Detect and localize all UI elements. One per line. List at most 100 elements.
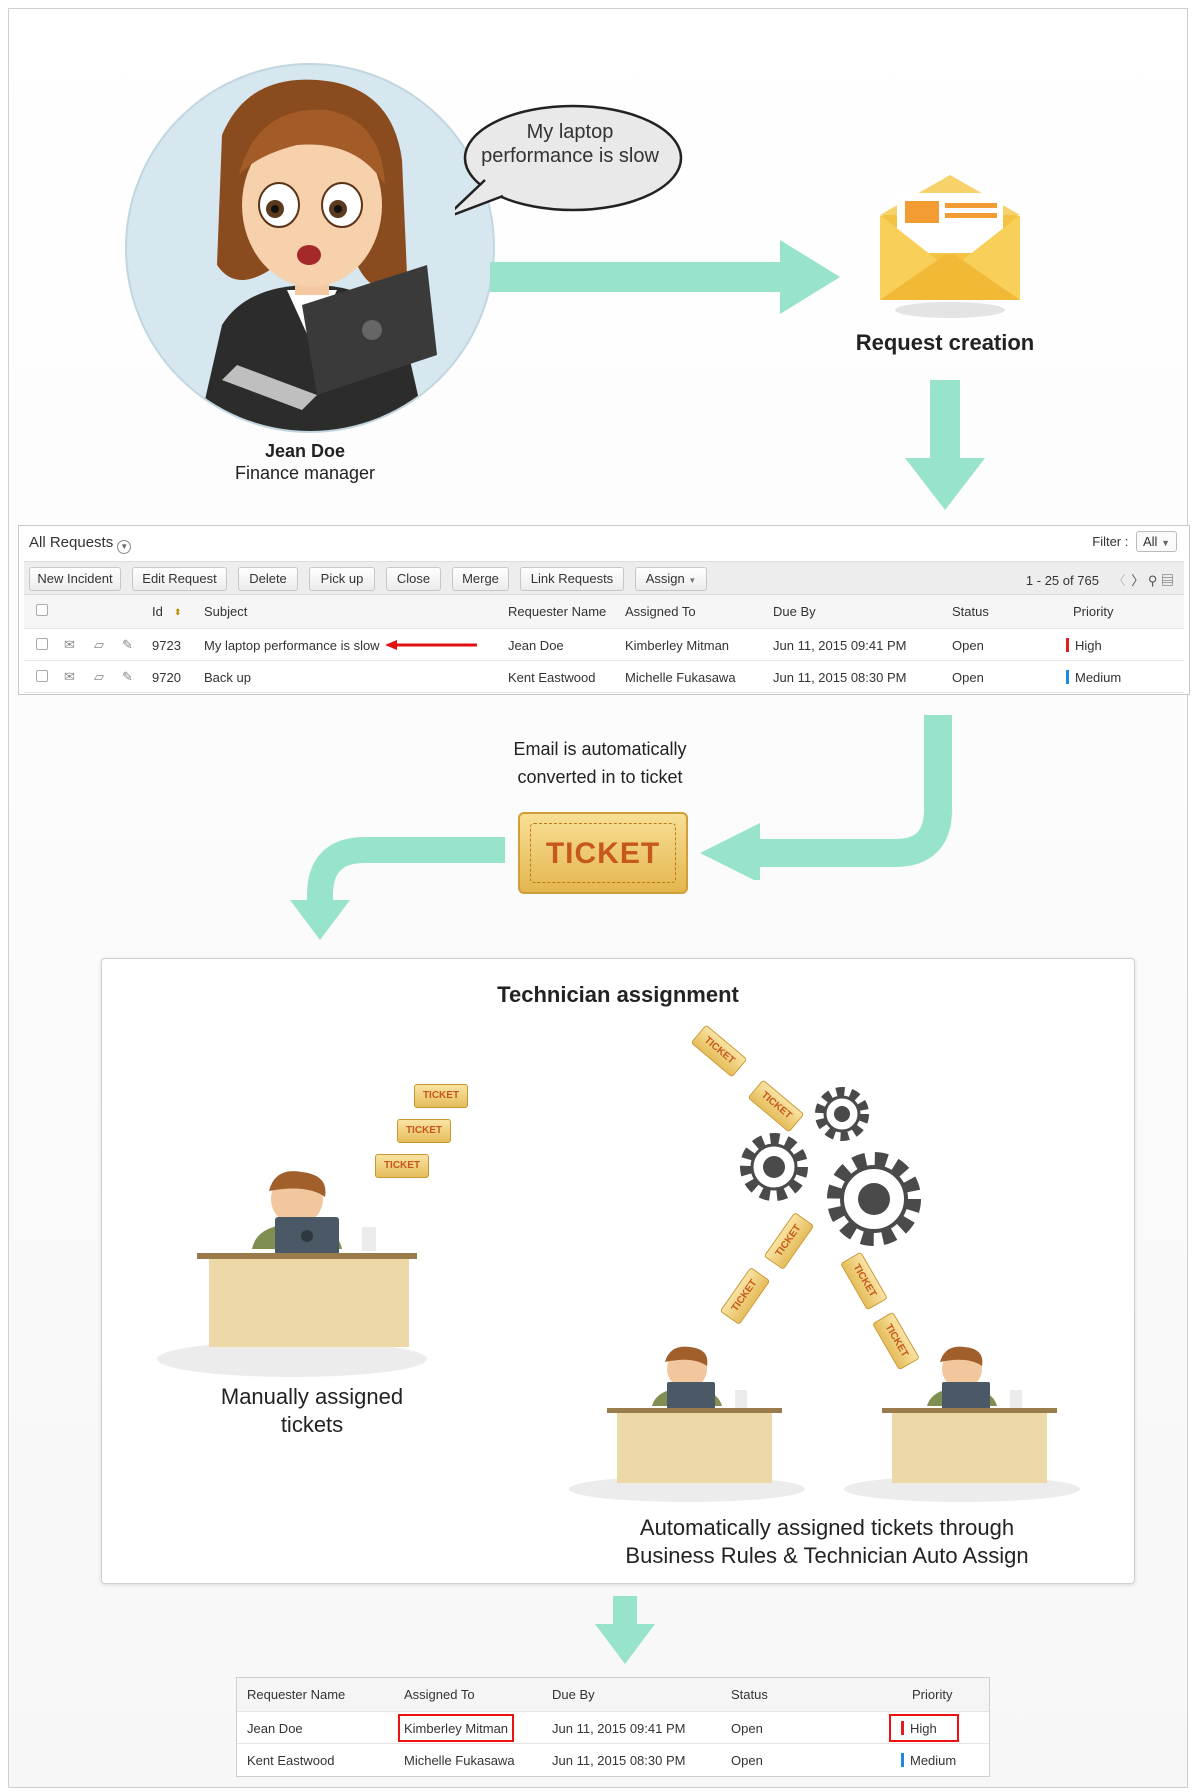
technician-desk-auto-2: [844, 1346, 1080, 1502]
gear-icon: [827, 1152, 921, 1246]
edit-icon[interactable]: ✎: [122, 669, 133, 685]
col-id[interactable]: Id: [152, 604, 163, 619]
row-status: Open: [731, 1721, 763, 1736]
col-due-by: Due By: [552, 1687, 595, 1702]
col-subject[interactable]: Subject: [204, 604, 247, 619]
ticket-icon: TICKET: [518, 812, 688, 894]
requester-name: Jean Doe: [264, 441, 346, 461]
row-id: 9720: [152, 670, 181, 685]
chevron-left-icon[interactable]: 〈: [1113, 573, 1126, 588]
gear-icon: [740, 1133, 808, 1201]
requests-panel-title[interactable]: All Requests ▼: [29, 534, 132, 554]
panel-title-text: All Requests: [29, 534, 114, 551]
manual-assignment-label: Manually assigned tickets: [220, 1384, 404, 1437]
col-priority: Priority: [912, 1687, 953, 1702]
priority-indicator: [1066, 670, 1069, 684]
row-requester: Kent Eastwood: [247, 1753, 335, 1768]
row-subject[interactable]: My laptop performance is slow: [204, 638, 380, 653]
filter: Filter : All ▼: [1092, 531, 1177, 552]
speech-bubble-text: My laptop performance is slow: [481, 121, 659, 167]
arrow-curve-left: [700, 715, 952, 880]
new-incident-button[interactable]: New Incident: [29, 567, 121, 591]
row-priority: Medium: [901, 1753, 956, 1768]
envelope-icon: [880, 175, 1020, 318]
row-checkbox[interactable]: [36, 670, 48, 682]
assign-button-label: Assign: [645, 571, 685, 586]
requester-role: Finance manager: [234, 463, 376, 483]
note-icon[interactable]: ▱: [94, 669, 104, 685]
col-requester[interactable]: Requester Name: [508, 604, 606, 619]
pick-up-button[interactable]: Pick up: [309, 567, 375, 591]
technician-assignment-box: Technician assignment TICKET TICKET TICK…: [101, 958, 1135, 1584]
priority-indicator: [901, 1753, 904, 1767]
priority-indicator: [1066, 638, 1069, 652]
ticket-icon: TICKET: [397, 1119, 451, 1143]
delete-button[interactable]: Delete: [238, 567, 298, 591]
arrow-right: [490, 240, 840, 314]
row-requester: Jean Doe: [247, 1721, 303, 1736]
select-all-checkbox[interactable]: [36, 604, 48, 616]
arrow-curve-down: [290, 837, 505, 940]
table-row[interactable]: ✉ ▱ ✎ 9720 Back up Kent Eastwood Michell…: [24, 661, 1184, 693]
col-priority[interactable]: Priority: [1073, 604, 1113, 619]
grid-header-row: Id ⬍ Subject Requester Name Assigned To …: [24, 595, 1184, 629]
col-due-by[interactable]: Due By: [773, 604, 816, 619]
row-priority: High: [901, 1721, 937, 1736]
sort-icon: ⬍: [174, 607, 182, 617]
row-assigned: Michelle Fukasawa: [404, 1753, 515, 1768]
arrow-down: [905, 380, 985, 510]
close-button[interactable]: Close: [386, 567, 441, 591]
priority-indicator: [901, 1721, 904, 1735]
chevron-right-icon[interactable]: 〉: [1131, 573, 1144, 588]
requester-avatar: [125, 63, 495, 433]
col-status[interactable]: Status: [952, 604, 989, 619]
requests-panel: All Requests ▼ Filter : All ▼ New Inciden…: [18, 525, 1190, 695]
gears-illustration: [740, 1087, 921, 1246]
technician-desk-auto-1: [569, 1346, 805, 1502]
table-row[interactable]: ✉ ▱ ✎ 9723 My laptop performance is slow…: [24, 629, 1184, 661]
auto-assignment-label: Automatically assigned tickets through B…: [625, 1515, 1029, 1568]
row-due-by: Jun 11, 2015 09:41 PM: [552, 1721, 686, 1736]
row-requester: Jean Doe: [508, 638, 564, 653]
gear-icon: [815, 1087, 869, 1141]
priority-text: Medium: [1075, 670, 1122, 685]
note-icon[interactable]: ▱: [94, 637, 104, 653]
row-due-by: Jun 11, 2015 08:30 PM: [552, 1753, 686, 1768]
link-requests-button[interactable]: Link Requests: [520, 567, 624, 591]
envelope-icon[interactable]: ✉: [64, 669, 75, 685]
row-subject[interactable]: Back up: [204, 670, 251, 685]
filter-select[interactable]: All ▼: [1136, 531, 1177, 552]
col-assigned[interactable]: Assigned To: [625, 604, 696, 619]
edit-request-button[interactable]: Edit Request: [132, 567, 227, 591]
row-status: Open: [952, 638, 984, 653]
result-table: Requester Name Assigned To Due By Status…: [236, 1677, 990, 1777]
edit-icon[interactable]: ✎: [122, 637, 133, 653]
row-priority: High: [1066, 638, 1102, 653]
filter-value: All: [1143, 534, 1158, 549]
merge-button[interactable]: Merge: [452, 567, 509, 591]
column-chooser-icon[interactable]: ▤: [1161, 573, 1174, 588]
priority-text: High: [1075, 638, 1102, 653]
ticket-icon: TICKET: [690, 1024, 748, 1078]
ticket-label: TICKET: [530, 823, 676, 883]
requests-toolbar: New Incident Edit Request Delete Pick up…: [24, 561, 1184, 595]
chevron-down-icon[interactable]: ▼: [117, 540, 132, 554]
technician-desk-manual: [157, 1171, 427, 1377]
pager: 1 - 25 of 765 〈 〉 ⚲ ▤: [1026, 570, 1174, 589]
assign-button[interactable]: Assign ▼: [635, 567, 707, 591]
table-row: Kent Eastwood Michelle Fukasawa Jun 11, …: [237, 1744, 989, 1776]
ticket-icon: TICKET: [840, 1251, 888, 1311]
row-requester: Kent Eastwood: [508, 670, 596, 685]
table-row: Jean Doe Kimberley Mitman Jun 11, 2015 0…: [237, 1712, 989, 1744]
row-assigned: Michelle Fukasawa: [625, 670, 736, 685]
arrow-down: [595, 1596, 655, 1664]
request-creation-label: Request creation: [855, 330, 1035, 355]
search-icon[interactable]: ⚲: [1148, 573, 1158, 588]
row-assigned: Kimberley Mitman: [625, 638, 730, 653]
col-assigned: Assigned To: [404, 1687, 475, 1702]
requests-grid: Id ⬍ Subject Requester Name Assigned To …: [24, 595, 1184, 693]
envelope-icon[interactable]: ✉: [64, 637, 75, 653]
row-status: Open: [952, 670, 984, 685]
chevron-down-icon: ▼: [1161, 538, 1170, 548]
row-checkbox[interactable]: [36, 638, 48, 650]
